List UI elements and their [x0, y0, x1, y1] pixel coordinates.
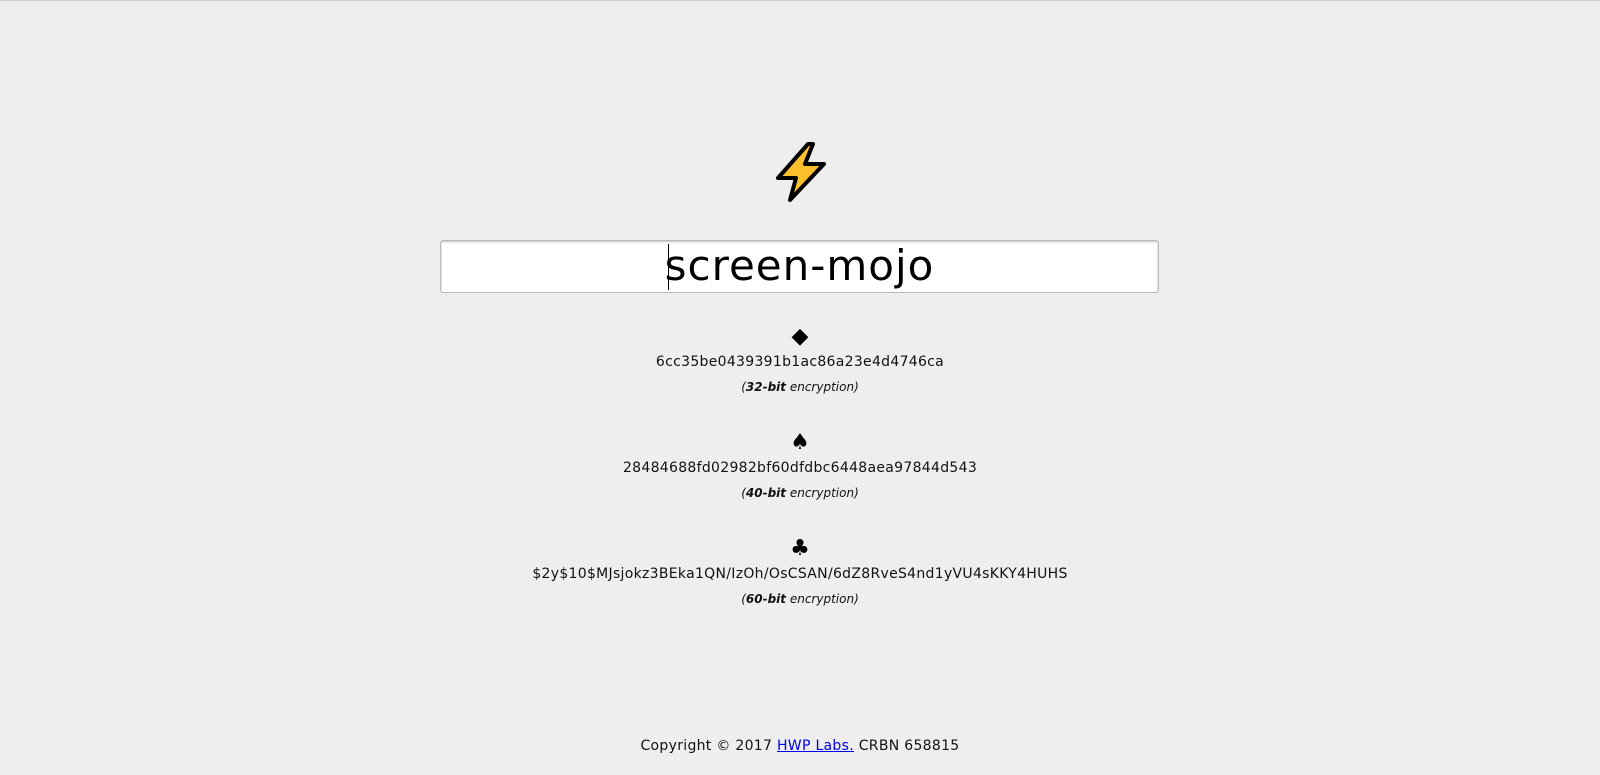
bit-strength: 40-bit	[745, 486, 787, 500]
hwp-labs-link[interactable]: HWP Labs.	[777, 738, 854, 754]
hash-value: 6cc35be0439391b1ac86a23e4d4746ca	[655, 354, 945, 370]
footer: Copyright © 2017 HWP Labs. CRBN 658815	[0, 738, 1600, 754]
crbn-text: CRBN 658815	[853, 738, 960, 754]
hash-value: 28484688fd02982bf60dfdbc6448aea97844d543	[622, 460, 978, 476]
result-club: ♣ $2y$10$MJsjokz3BEka1QN/IzOh/OsCSAN/6dZ…	[0, 536, 1600, 608]
bit-strength: 60-bit	[745, 592, 787, 606]
diamond-icon: ◆	[791, 324, 809, 349]
spade-icon: ♠	[790, 430, 810, 455]
bit-strength: 32-bit	[745, 380, 787, 394]
top-border	[0, 0, 1600, 1]
encryption-label: (60-bit encryption)	[741, 592, 859, 606]
encryption-label: (32-bit encryption)	[741, 380, 859, 394]
result-spade: ♠ 28484688fd02982bf60dfdbc6448aea97844d5…	[0, 430, 1600, 502]
encryption-label: (40-bit encryption)	[741, 486, 859, 500]
club-icon: ♣	[790, 536, 810, 561]
result-diamond: ◆ 6cc35be0439391b1ac86a23e4d4746ca (32-b…	[0, 324, 1600, 396]
copyright-text: Copyright © 2017	[640, 738, 777, 754]
hash-value: $2y$10$MJsjokz3BEka1QN/IzOh/OsCSAN/6dZ8R…	[532, 566, 1068, 582]
lightning-bolt-icon	[776, 142, 826, 202]
search-field[interactable]	[440, 240, 1159, 293]
search-input[interactable]	[441, 241, 1158, 292]
text-cursor	[668, 244, 669, 290]
